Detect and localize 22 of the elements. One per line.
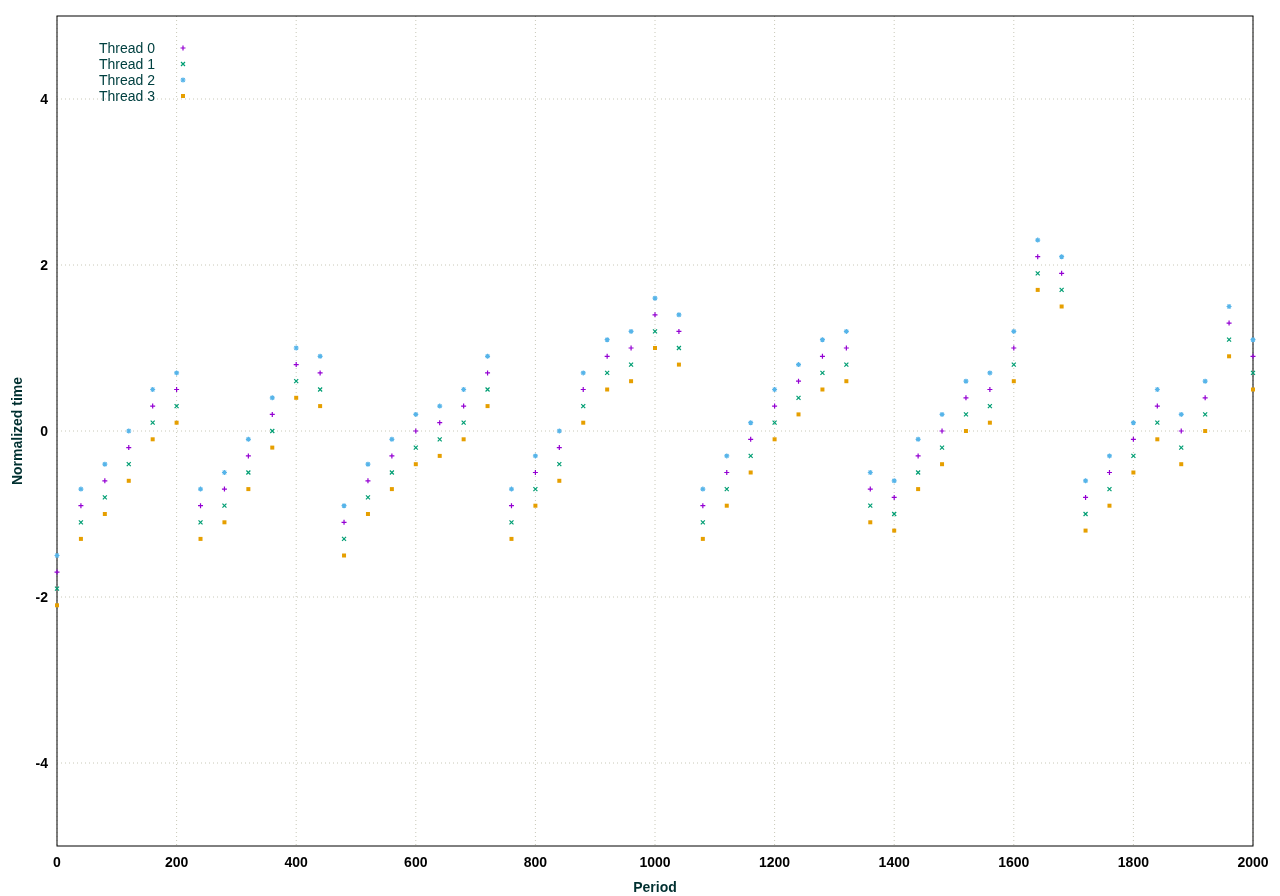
- legend-label: Thread 2: [98, 72, 155, 88]
- x-tick-label: 1800: [1117, 854, 1149, 870]
- y-tick-label: 2: [40, 257, 48, 273]
- y-tick-label: 4: [40, 91, 48, 107]
- x-tick-label: 400: [284, 854, 308, 870]
- x-tick-label: 600: [404, 854, 428, 870]
- x-tick-label: 0: [53, 854, 61, 870]
- y-axis-title: Normalized time: [9, 376, 25, 486]
- x-tick-label: 200: [164, 854, 189, 870]
- legend-label: Thread 0: [98, 40, 155, 56]
- y-tick-label: 0: [40, 423, 48, 439]
- x-tick-label: 1000: [639, 854, 671, 870]
- legend-label: Thread 3: [98, 88, 155, 104]
- x-tick-label: 1600: [998, 854, 1030, 870]
- legend-label: Thread 1: [98, 56, 155, 72]
- x-axis-title: Period: [633, 879, 677, 895]
- x-tick-label: 1200: [759, 854, 791, 870]
- y-tick-label: -4: [35, 755, 48, 771]
- x-tick-label: 800: [523, 854, 548, 870]
- y-tick-label: -2: [35, 589, 48, 605]
- x-tick-label: 2000: [1237, 854, 1269, 870]
- x-tick-label: 1400: [878, 854, 910, 870]
